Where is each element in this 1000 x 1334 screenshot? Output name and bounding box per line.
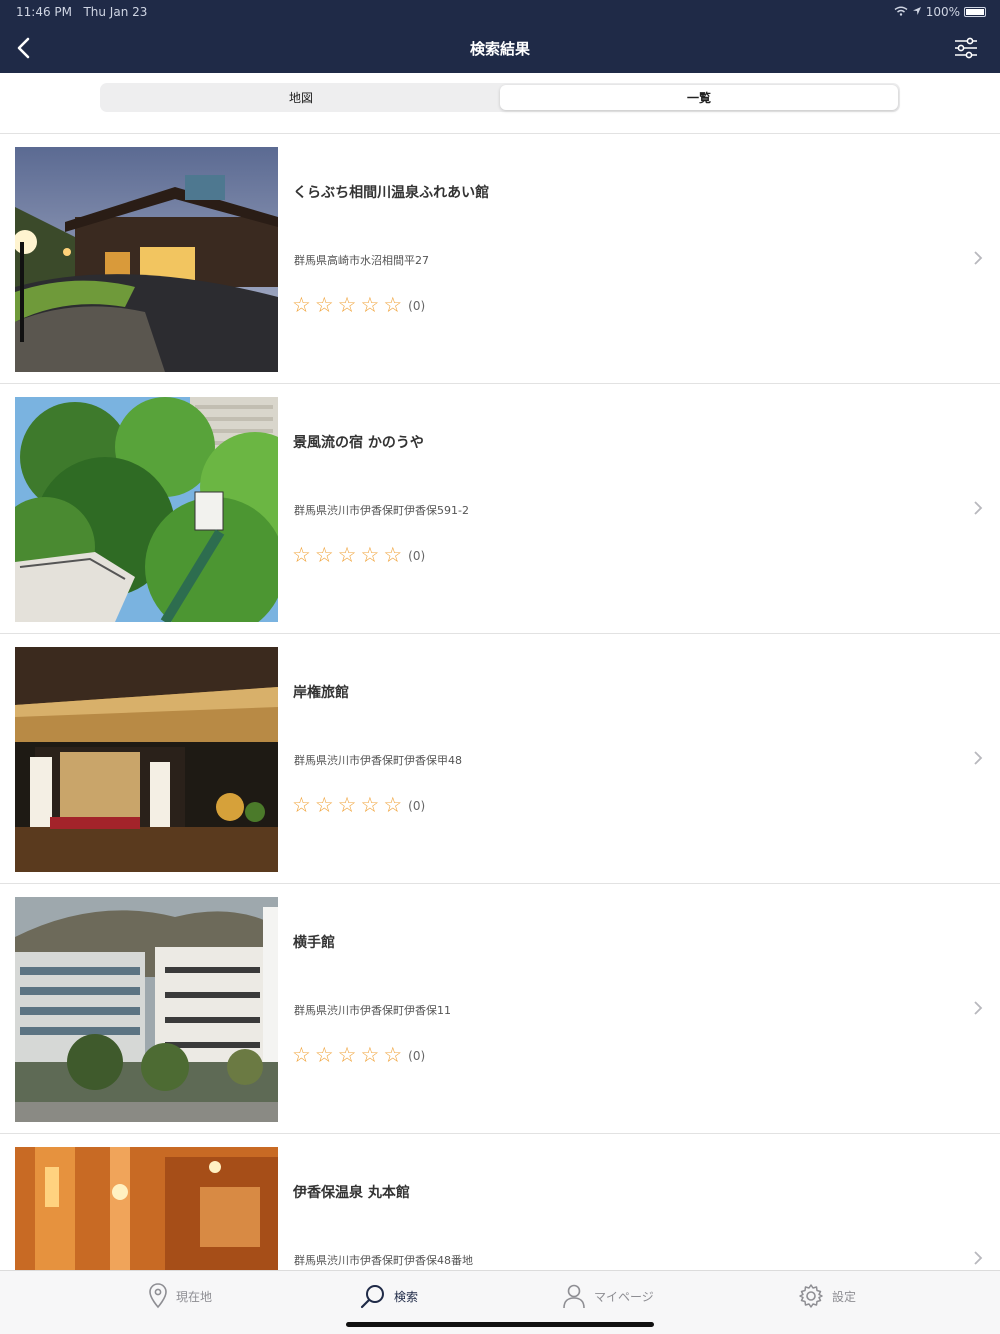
battery-icon xyxy=(964,7,986,17)
chevron-right-icon xyxy=(974,751,983,765)
tab-mypage-label: マイページ xyxy=(594,1289,654,1304)
location-arrow-icon xyxy=(912,5,922,19)
star-rating: ☆ ☆ ☆ ☆ ☆ (0) xyxy=(292,295,425,316)
star-outline-icon: ☆ xyxy=(383,1043,403,1067)
star-outline-icon: ☆ xyxy=(314,1043,334,1067)
status-time: 11:46 PM Thu Jan 23 xyxy=(16,5,148,19)
filter-button[interactable] xyxy=(952,34,980,62)
facility-name: 岸権旅館 xyxy=(293,685,349,701)
rating-count: (0) xyxy=(408,1048,426,1063)
facility-name: 伊香保温泉 丸本館 xyxy=(293,1185,410,1201)
star-rating: ☆ ☆ ☆ ☆ ☆ (0) xyxy=(292,545,425,566)
result-row[interactable]: 景風流の宿 かのうや 群馬県渋川市伊香保町伊香保591-2 ☆ ☆ ☆ ☆ ☆ … xyxy=(0,383,1000,633)
result-row[interactable]: 伊香保温泉 丸本館 群馬県渋川市伊香保町伊香保48番地 xyxy=(0,1133,1000,1270)
star-outline-icon: ☆ xyxy=(383,293,403,317)
wifi-icon xyxy=(894,5,908,19)
star-outline-icon: ☆ xyxy=(360,1043,380,1067)
map-pin-icon xyxy=(149,1283,167,1309)
facility-name: 景風流の宿 かのうや xyxy=(293,435,424,451)
star-outline-icon: ☆ xyxy=(292,293,311,317)
results-list: くらぶち相間川温泉ふれあい館 群馬県高崎市水沼相間平27 ☆ ☆ ☆ ☆ ☆ (… xyxy=(0,133,1000,1270)
tab-search-label: 検索 xyxy=(394,1289,419,1304)
facility-address: 群馬県渋川市伊香保町伊香保48番地 xyxy=(294,1254,473,1267)
navigation-bar: 11:46 PM Thu Jan 23 100% 検索結果 xyxy=(0,0,1000,73)
star-outline-icon: ☆ xyxy=(360,793,380,817)
star-rating: ☆ ☆ ☆ ☆ ☆ (0) xyxy=(292,795,425,816)
result-row[interactable]: くらぶち相間川温泉ふれあい館 群馬県高崎市水沼相間平27 ☆ ☆ ☆ ☆ ☆ (… xyxy=(0,133,1000,383)
facility-address: 群馬県渋川市伊香保町伊香保甲48 xyxy=(294,754,462,767)
star-outline-icon: ☆ xyxy=(337,1043,357,1067)
facility-photo xyxy=(15,397,278,622)
facility-photo xyxy=(15,897,278,1122)
star-outline-icon: ☆ xyxy=(292,543,311,567)
tab-location[interactable]: 現在地 xyxy=(148,1283,212,1309)
page-title: 検索結果 xyxy=(469,40,530,58)
star-outline-icon: ☆ xyxy=(337,793,357,817)
star-outline-icon: ☆ xyxy=(383,543,403,567)
star-outline-icon: ☆ xyxy=(337,293,357,317)
result-row[interactable]: 横手館 群馬県渋川市伊香保町伊香保11 ☆ ☆ ☆ ☆ ☆ (0) xyxy=(0,883,1000,1133)
facility-photo xyxy=(15,147,278,372)
facility-name: くらぶち相間川温泉ふれあい館 xyxy=(293,185,490,201)
star-outline-icon: ☆ xyxy=(360,543,380,567)
facility-address: 群馬県高崎市水沼相間平27 xyxy=(294,254,429,267)
chevron-right-icon xyxy=(974,251,983,265)
tab-bar: 現在地 検索 マイページ 設定 xyxy=(0,1270,1000,1334)
facility-address: 群馬県渋川市伊香保町伊香保591-2 xyxy=(294,504,469,517)
segment-map[interactable]: 地図 xyxy=(102,85,500,110)
star-outline-icon: ☆ xyxy=(292,793,311,817)
star-outline-icon: ☆ xyxy=(314,543,334,567)
facility-photo xyxy=(15,647,278,872)
tab-location-label: 現在地 xyxy=(176,1289,213,1304)
search-icon xyxy=(360,1285,384,1309)
user-icon xyxy=(563,1284,585,1309)
tab-settings[interactable]: 設定 xyxy=(798,1283,856,1309)
sliders-icon xyxy=(955,37,977,59)
facility-photo xyxy=(15,1147,278,1270)
star-outline-icon: ☆ xyxy=(337,543,357,567)
star-outline-icon: ☆ xyxy=(314,793,334,817)
rating-count: (0) xyxy=(408,298,426,313)
star-outline-icon: ☆ xyxy=(314,293,334,317)
chevron-right-icon xyxy=(974,501,983,515)
star-rating: ☆ ☆ ☆ ☆ ☆ (0) xyxy=(292,1045,425,1066)
tab-search[interactable]: 検索 xyxy=(360,1283,418,1309)
star-outline-icon: ☆ xyxy=(383,793,403,817)
battery-percent: 100% xyxy=(925,5,960,19)
segment-list[interactable]: 一覧 xyxy=(500,85,898,110)
chevron-right-icon xyxy=(974,1001,983,1015)
status-indicators: 100% xyxy=(894,5,986,19)
rating-count: (0) xyxy=(408,548,426,563)
result-row[interactable]: 岸権旅館 群馬県渋川市伊香保町伊香保甲48 ☆ ☆ ☆ ☆ ☆ (0) xyxy=(0,633,1000,883)
facility-name: 横手館 xyxy=(293,935,335,951)
chevron-right-icon xyxy=(974,1251,983,1265)
facility-address: 群馬県渋川市伊香保町伊香保11 xyxy=(294,1004,451,1017)
tab-settings-label: 設定 xyxy=(832,1289,857,1304)
star-outline-icon: ☆ xyxy=(292,1043,311,1067)
view-segmented-control: 地図 一覧 xyxy=(100,83,900,112)
tab-mypage[interactable]: マイページ xyxy=(562,1283,654,1309)
star-outline-icon: ☆ xyxy=(360,293,380,317)
rating-count: (0) xyxy=(408,798,426,813)
home-indicator[interactable] xyxy=(346,1322,654,1327)
gear-icon xyxy=(799,1284,823,1308)
